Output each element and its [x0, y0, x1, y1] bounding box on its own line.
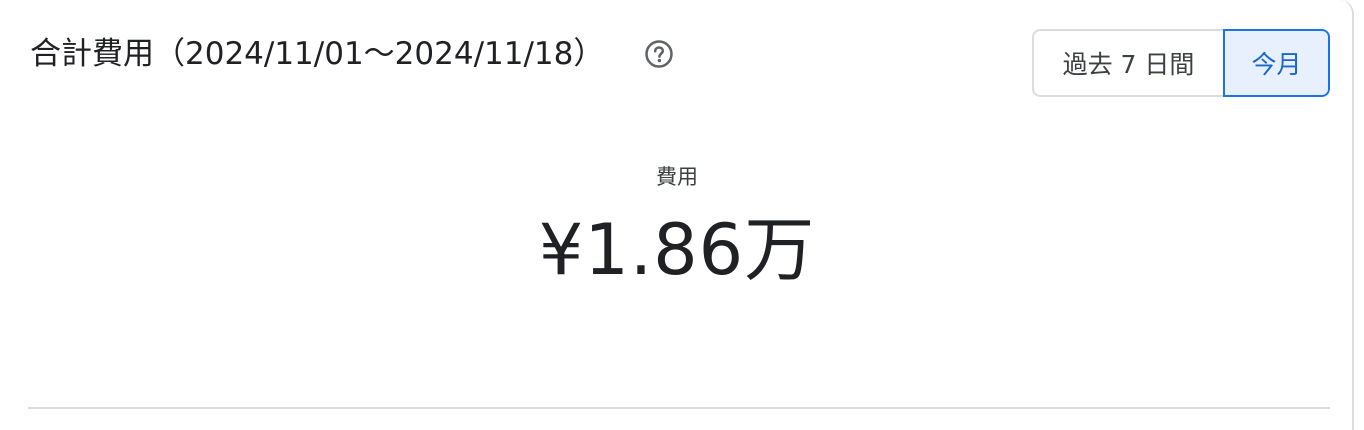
period-option-this-month[interactable]: 今月 [1223, 29, 1330, 97]
total-cost-card: 合計費用（2024/11/01〜2024/11/18） 過去 7 日間 今月 費… [0, 0, 1354, 430]
period-toggle: 過去 7 日間 今月 [1032, 29, 1330, 97]
card-title: 合計費用（2024/11/01〜2024/11/18） [30, 36, 605, 72]
card-header: 合計費用（2024/11/01〜2024/11/18） [30, 30, 674, 78]
help-icon[interactable] [644, 39, 674, 69]
divider [28, 407, 1330, 409]
metric-value: ¥1.86万 [538, 209, 816, 291]
period-option-last-7-days[interactable]: 過去 7 日間 [1032, 29, 1223, 97]
help-circle-icon [645, 40, 674, 68]
metric-label: 費用 [656, 165, 698, 189]
